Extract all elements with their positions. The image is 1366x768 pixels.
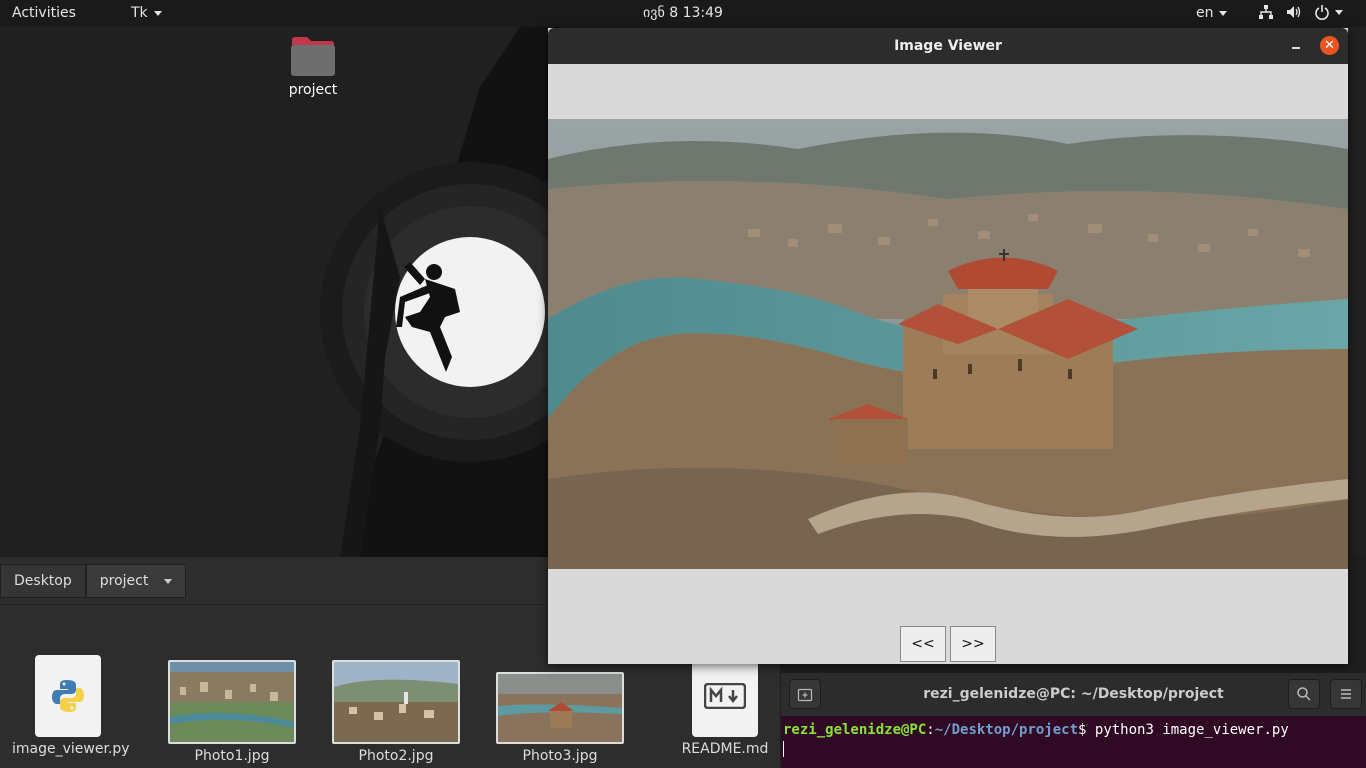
hamburger-menu-icon	[1341, 689, 1351, 699]
desktop-folder-project[interactable]: project	[282, 36, 344, 98]
folder-icon	[290, 36, 336, 76]
menu-button[interactable]	[1330, 679, 1362, 709]
file-name: image_viewer.py	[12, 741, 130, 757]
markdown-file-icon	[692, 655, 758, 737]
file-item-photo1[interactable]: Photo1.jpg	[168, 660, 296, 764]
file-item-photo2[interactable]: Photo2.jpg	[332, 660, 460, 764]
keyboard-layout-indicator[interactable]: en	[1196, 5, 1227, 21]
close-button[interactable]: ✕	[1320, 36, 1339, 55]
previous-image-button[interactable]: <<	[900, 626, 946, 662]
chevron-down-icon	[153, 10, 162, 16]
prompt-colon: :	[926, 722, 935, 738]
image-thumbnail	[168, 660, 296, 744]
file-item-image-viewer[interactable]: image_viewer.py	[12, 655, 130, 757]
terminal-command: python3 image_viewer.py	[1094, 722, 1289, 738]
terminal-command-line[interactable]: rezi_gelenidze@PC:~/Desktop/project$ pyt…	[783, 722, 1289, 738]
top-bar: Activities Tk ივნ 8 13:49 en	[0, 0, 1366, 27]
breadcrumb-desktop[interactable]: Desktop	[0, 564, 86, 598]
file-name: Photo1.jpg	[194, 748, 270, 764]
file-name: Photo3.jpg	[522, 748, 598, 764]
file-name: README.md	[681, 741, 769, 757]
chevron-down-icon	[1218, 10, 1227, 16]
image-thumbnail	[332, 660, 460, 744]
power-icon	[1315, 5, 1329, 20]
image-viewer-window: Image Viewer ✕ << >>	[548, 28, 1348, 664]
file-name: Photo2.jpg	[358, 748, 434, 764]
file-item-photo3[interactable]: Photo3.jpg	[496, 672, 624, 764]
desktop-folder-label: project	[288, 82, 338, 98]
breadcrumb-project[interactable]: project	[85, 564, 187, 598]
terminal-titlebar[interactable]: rezi_gelenidze@PC: ~/Desktop/project	[781, 673, 1366, 716]
search-icon	[1297, 687, 1311, 701]
python-file-icon	[35, 655, 101, 737]
clock[interactable]: ივნ 8 13:49	[0, 5, 1366, 21]
next-image-button[interactable]: >>	[950, 626, 996, 662]
new-tab-icon	[797, 688, 813, 702]
breadcrumb: Desktop project	[0, 561, 187, 601]
terminal-cursor	[783, 741, 784, 757]
terminal-title: rezi_gelenidze@PC: ~/Desktop/project	[923, 686, 1224, 702]
chevron-down-icon	[1335, 9, 1343, 15]
window-titlebar[interactable]: Image Viewer ✕	[548, 28, 1348, 64]
minimize-button[interactable]	[1288, 36, 1304, 56]
activities-button[interactable]: Activities	[12, 5, 76, 21]
file-item-readme[interactable]: README.md	[680, 655, 770, 757]
prompt-path: ~/Desktop/project	[934, 722, 1079, 738]
app-menu-label: Tk	[131, 5, 148, 21]
volume-icon	[1287, 6, 1301, 18]
lang-label: en	[1196, 5, 1214, 21]
image-thumbnail	[496, 672, 624, 744]
system-tray[interactable]	[1258, 4, 1343, 20]
breadcrumb-project-label: project	[99, 573, 149, 589]
prompt-user-host: rezi_gelenidze@PC	[783, 722, 927, 738]
search-button[interactable]	[1288, 679, 1320, 709]
prompt-end: $	[1078, 722, 1095, 738]
chevron-down-icon	[164, 578, 173, 584]
app-menu[interactable]: Tk	[131, 5, 162, 21]
window-title: Image Viewer	[894, 38, 1002, 54]
new-tab-button[interactable]	[789, 679, 821, 709]
terminal-window: rezi_gelenidze@PC: ~/Desktop/project rez…	[781, 673, 1366, 768]
displayed-image	[548, 119, 1348, 569]
network-icon	[1259, 5, 1273, 19]
